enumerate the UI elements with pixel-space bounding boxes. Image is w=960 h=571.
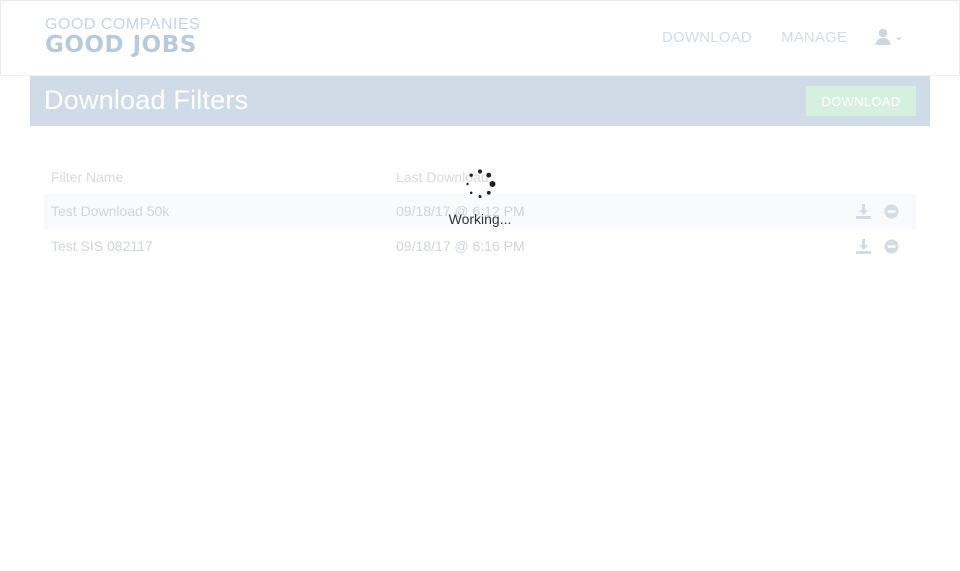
remove-icon[interactable] <box>884 239 899 259</box>
filters-table: Filter Name Last Download Test Download … <box>44 160 916 264</box>
logo-line-2: GOOD JOBS <box>45 32 197 58</box>
page-header: Download Filters DOWNLOAD <box>30 76 930 126</box>
page-title: Download Filters <box>44 85 249 115</box>
column-header-filter-name: Filter Name <box>51 169 124 185</box>
navbar: GOOD COMPANIES GOOD JOBS DOWNLOAD MANAGE <box>0 0 960 76</box>
filter-name: Test Download 50k <box>51 203 170 219</box>
logo[interactable]: GOOD COMPANIES GOOD JOBS <box>45 17 200 57</box>
user-icon <box>875 28 902 45</box>
table-header: Filter Name Last Download <box>44 160 916 194</box>
download-icon[interactable] <box>855 239 871 259</box>
user-menu-dropdown[interactable] <box>875 28 905 48</box>
nav-manage-link[interactable]: MANAGE <box>781 29 847 46</box>
last-download-date: 09/18/17 @ 6:16 PM <box>396 238 525 254</box>
download-icon[interactable] <box>855 204 871 224</box>
logo-line-1: GOOD COMPANIES <box>45 16 201 33</box>
filter-name: Test SIS 082117 <box>51 238 153 254</box>
row-actions <box>847 204 899 220</box>
remove-icon[interactable] <box>884 204 899 224</box>
download-button[interactable]: DOWNLOAD <box>806 86 916 116</box>
row-actions <box>847 239 899 255</box>
chevron-down-icon <box>896 37 902 41</box>
column-header-last-download: Last Download <box>396 169 489 185</box>
table-row: Test SIS 082117 09/18/17 @ 6:16 PM <box>44 229 916 264</box>
table-row: Test Download 50k 09/18/17 @ 6:12 PM <box>44 194 916 229</box>
last-download-date: 09/18/17 @ 6:12 PM <box>396 203 525 219</box>
nav-download-link[interactable]: DOWNLOAD <box>662 29 752 46</box>
